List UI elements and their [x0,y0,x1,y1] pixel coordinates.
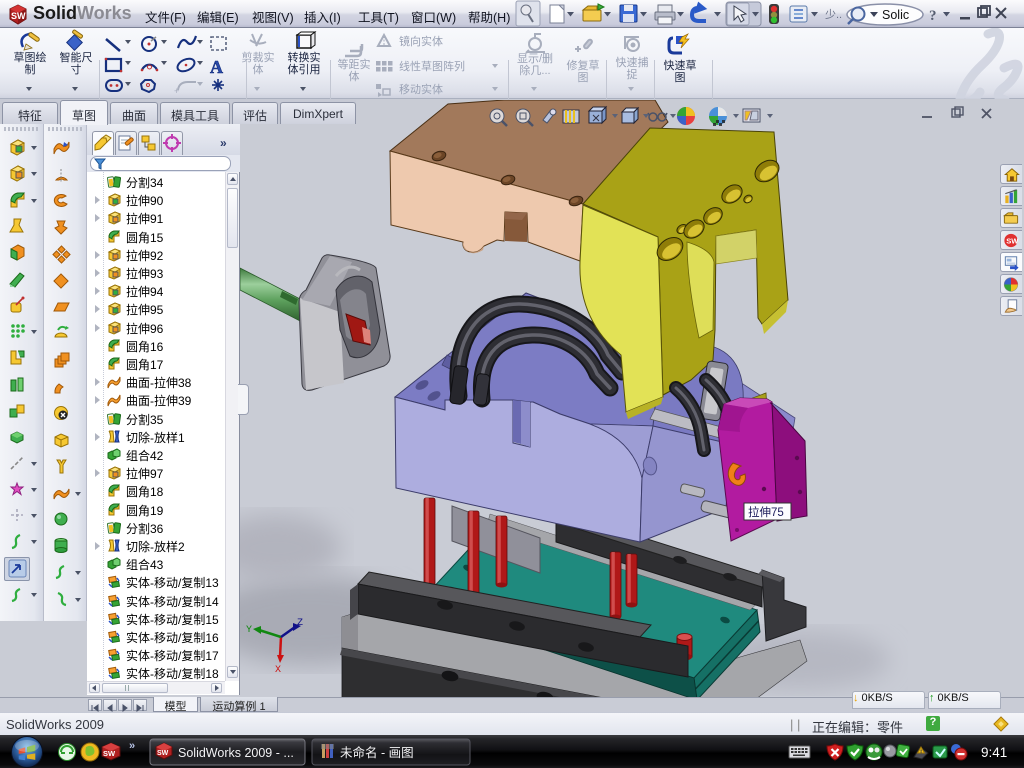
svg-text:拉伸75: 拉伸75 [748,505,784,519]
svg-text:未命名 - 画图: 未命名 - 画图 [340,745,414,760]
svg-text:SW: SW [11,11,26,21]
svg-text:»: » [129,740,135,752]
svg-text:Y: Y [246,625,252,636]
svg-text:SW: SW [157,750,169,757]
svg-text:9:41: 9:41 [981,745,1007,760]
svg-text:SolidWorks 2009 - ...: SolidWorks 2009 - ... [178,746,294,760]
svg-text:X: X [275,665,281,676]
svg-text:SW: SW [103,749,116,758]
svg-text:Solic: Solic [882,8,909,22]
svg-text:+: + [174,86,179,96]
svg-text:A: A [210,57,223,77]
svg-text:SW: SW [1006,236,1019,245]
svg-text:少..: 少.. [825,8,842,21]
svg-text:Z: Z [297,618,303,629]
svg-text:?: ? [929,8,937,24]
